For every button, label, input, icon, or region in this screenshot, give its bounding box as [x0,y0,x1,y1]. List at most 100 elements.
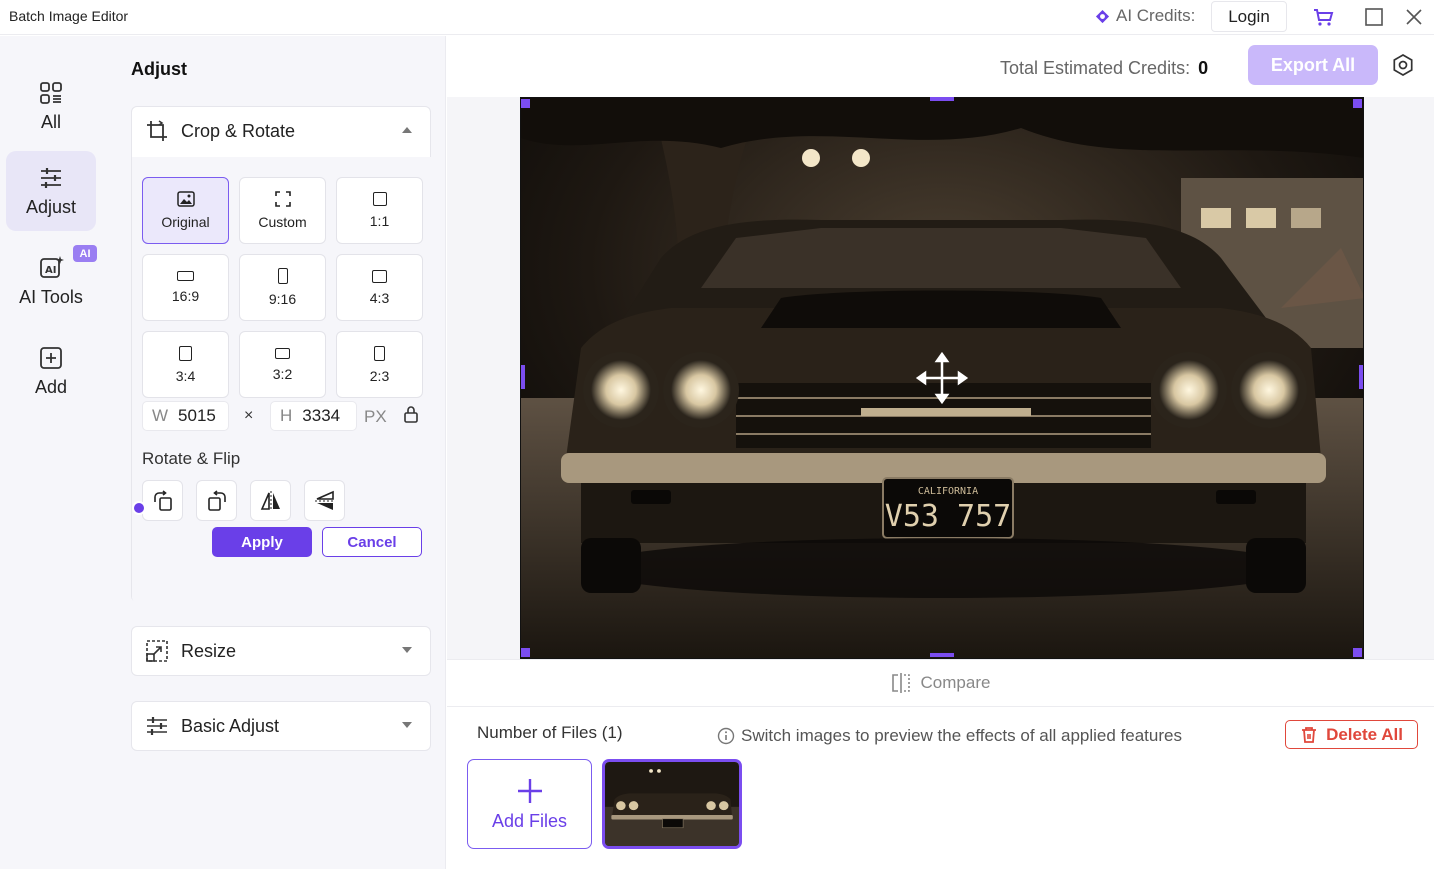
preview-image[interactable]: CALIFORNIA V53 757 [520,97,1364,659]
export-all-button[interactable]: Export All [1248,45,1378,85]
ratio-4-3-button[interactable]: 4:3 [336,254,423,321]
cancel-button[interactable]: Cancel [322,527,422,557]
ratio-9-16-button[interactable]: 9:16 [239,254,326,321]
add-files-button[interactable]: Add Files [467,759,592,849]
unit-label: PX [364,407,387,426]
height-field[interactable]: H 3334 [270,401,357,431]
compare-label: Compare [920,673,991,692]
credits-label: AI Credits: [1116,6,1196,25]
crop-rotate-section: Crop & Rotate Original Custom 1:1 16:9 9… [131,106,432,603]
crop-icon [147,120,167,141]
flip-vertical-button[interactable] [304,480,345,521]
expand-caret-icon [402,722,412,728]
times-sign: × [244,407,254,424]
close-icon[interactable] [1403,6,1425,28]
resize-title: Resize [181,640,237,661]
main-area: Total Estimated Credits: 0 Export All CA… [447,36,1434,869]
rotate-left-button[interactable] [196,480,237,521]
ratio-16-9-button[interactable]: 16:9 [142,254,229,321]
left-rail: All Adjust AI AI Tools AI Add [0,36,106,869]
resize-icon [146,640,168,662]
collapse-caret-icon [402,127,412,133]
app-window: Batch Image Editor AI Credits: Login All… [0,0,1434,869]
expand-caret-icon [402,647,412,653]
ratio-shape-icon [374,345,385,361]
sliders-icon [147,717,167,735]
basic-adjust-header[interactable]: Basic Adjust [132,702,430,750]
plate-state: CALIFORNIA [918,486,978,497]
title-bar: Batch Image Editor AI Credits: Login [0,0,1434,35]
canvas-area: CALIFORNIA V53 757 [447,97,1434,659]
crop-handle[interactable] [521,99,530,108]
ai-credits: AI Credits: [1095,6,1195,26]
basic-adjust-section[interactable]: Basic Adjust [131,701,431,751]
add-files-label: Add Files [491,810,568,831]
rotate-left-icon [207,489,226,511]
width-label: W [152,406,169,425]
width-value: 5015 [178,406,216,425]
rail-item-all[interactable]: All [6,66,96,146]
lock-icon[interactable] [403,405,419,423]
rotate-right-button[interactable] [142,480,183,521]
thumbnail-image [605,762,739,846]
ratio-1-1-button[interactable]: 1:1 [336,177,423,244]
width-field[interactable]: W 5015 [142,401,229,431]
flip-vertical-icon [314,490,335,510]
ratio-2-3-button[interactable]: 2:3 [336,331,423,398]
crop-handle[interactable] [930,653,954,657]
ratio-label: 1:1 [369,213,390,229]
ratio-original-button[interactable]: Original [142,177,229,244]
plate-number: V53 757 [885,499,1011,534]
indicator-dot [132,501,146,515]
sliders-icon [41,167,61,188]
tall-shape-icon [277,268,288,284]
ratio-label: 3:2 [272,365,293,382]
app-title: Batch Image Editor [9,8,129,24]
file-thumbnail[interactable] [602,759,742,849]
adjust-panel: Adjust Crop & Rotate Original Custom 1:1… [106,36,446,869]
maximize-icon[interactable] [1363,6,1385,28]
rail-label: AI Tools [19,286,83,307]
panel-title: Adjust [131,59,187,79]
total-credits-value: 0 [1198,58,1209,78]
crop-rotate-header[interactable]: Crop & Rotate [132,107,430,155]
crop-handle[interactable] [521,648,530,657]
rail-item-adjust[interactable]: Adjust [6,151,96,231]
rotate-right-icon [153,489,172,511]
apply-button[interactable]: Apply [212,527,312,557]
crop-rotate-body: Original Custom 1:1 16:9 9:16 4:3 3:4 3:… [132,157,432,603]
wide-shape-icon [177,271,194,281]
rail-item-add[interactable]: Add [6,331,96,411]
plus-icon [517,778,542,803]
login-button[interactable]: Login [1211,1,1287,32]
rail-label: Adjust [25,196,77,217]
ratio-shape-icon [179,345,192,361]
crop-handle[interactable] [1353,99,1362,108]
compare-bar[interactable]: Compare [447,659,1434,707]
custom-crop-icon [274,191,291,207]
cart-icon[interactable] [1312,6,1334,28]
delete-all-button[interactable]: Delete All [1285,720,1418,749]
crop-handle[interactable] [1359,365,1363,389]
resize-section[interactable]: Resize [131,626,431,676]
image-icon [176,191,195,207]
files-count: Number of Files (1) [477,723,623,742]
resize-header[interactable]: Resize [132,627,430,675]
flip-horizontal-button[interactable] [250,480,291,521]
flip-horizontal-icon [260,490,280,511]
ratio-3-4-button[interactable]: 3:4 [142,331,229,398]
grid-icon [40,81,62,104]
info-icon [717,727,735,745]
square-shape-icon [372,192,387,206]
crop-handle[interactable] [1353,648,1362,657]
crop-handle[interactable] [521,365,525,389]
credits-gem-icon [1095,9,1110,23]
ratio-3-2-button[interactable]: 3:2 [239,331,326,398]
ratio-custom-button[interactable]: Custom [239,177,326,244]
ratio-label: 2:3 [369,367,390,384]
crop-handle[interactable] [930,97,954,101]
ratio-label: Original [161,214,210,230]
settings-icon[interactable] [1392,54,1414,76]
rail-item-ai-tools[interactable]: AI AI Tools AI [6,241,97,321]
hint-label: Switch images to preview the effects of … [741,726,1182,745]
